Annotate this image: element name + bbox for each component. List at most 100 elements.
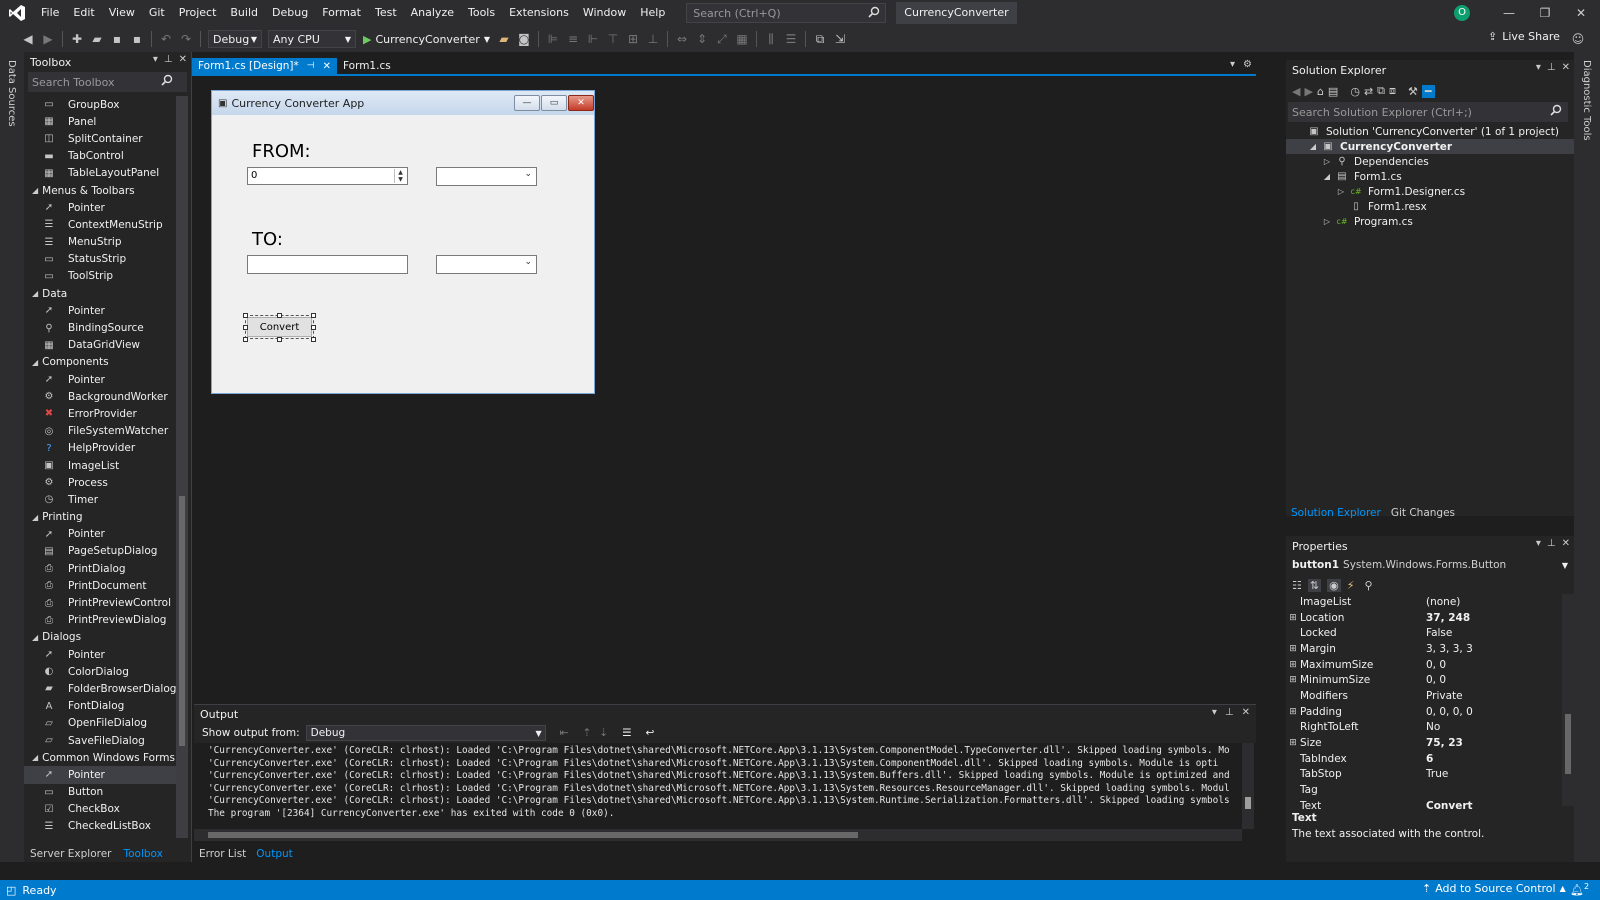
resize-handle[interactable] xyxy=(311,313,316,318)
toolbox-item[interactable]: ◐ ColorDialog xyxy=(24,663,182,680)
expand-plus-icon[interactable]: ⊞ xyxy=(1286,644,1300,654)
toolbox-item[interactable]: ▱ OpenFileDialog xyxy=(24,715,182,732)
menu-debug[interactable]: Debug xyxy=(265,0,315,26)
menu-analyze[interactable]: Analyze xyxy=(404,0,461,26)
platform-dropdown[interactable]: Any CPU ▼ xyxy=(268,30,356,48)
property-object-selector[interactable]: button1 System.Windows.Forms.Button ▼ xyxy=(1286,556,1574,574)
close-icon[interactable]: ✕ xyxy=(179,54,187,65)
toolbox-category[interactable]: ◢ Printing xyxy=(24,509,182,526)
align-centers-icon[interactable]: ≡ xyxy=(563,29,583,49)
close-icon[interactable]: ✕ xyxy=(1562,0,1600,26)
align-rights-icon[interactable]: ⊩ xyxy=(583,29,603,49)
menu-edit[interactable]: Edit xyxy=(66,0,101,26)
toolbox-item[interactable]: ⎙ PrintPreviewControl xyxy=(24,594,182,611)
alphabetical-icon[interactable]: ⇅ xyxy=(1307,578,1322,592)
toolbox-item[interactable]: ◫ SplitContainer xyxy=(24,130,182,147)
property-value[interactable]: 0, 0 xyxy=(1426,659,1562,671)
pin-icon[interactable]: ⊥ xyxy=(1225,707,1234,718)
scrollbar-thumb[interactable] xyxy=(208,832,858,838)
toolbox-item[interactable]: ☰ ContextMenuStrip xyxy=(24,216,182,233)
spin-down-icon[interactable]: ▼ xyxy=(398,176,403,183)
property-value[interactable]: 6 xyxy=(1426,753,1562,765)
toolbox-item[interactable]: ▬ TabControl xyxy=(24,148,182,165)
toolbox-item[interactable]: ▭ StatusStrip xyxy=(24,251,182,268)
avatar[interactable]: O xyxy=(1454,5,1470,21)
dropdown-icon[interactable]: ▾ xyxy=(153,54,158,65)
scrollbar-thumb[interactable] xyxy=(1565,714,1571,774)
property-value[interactable]: 0, 0 xyxy=(1426,674,1562,686)
solution-tree-node[interactable]: ▷ ⚲ Dependencies xyxy=(1286,154,1574,169)
property-value[interactable]: 0, 0, 0, 0 xyxy=(1426,706,1562,718)
toolbox-item[interactable]: ➚ Pointer xyxy=(24,766,182,784)
sync-icon[interactable]: ⇄ xyxy=(1364,85,1373,98)
feedback-icon[interactable]: ☺ xyxy=(1568,29,1588,49)
add-to-source-control-button[interactable]: ⇡ Add to Source Control ▲ xyxy=(1422,882,1566,895)
new-project-icon[interactable]: ✚ xyxy=(67,29,87,49)
events-icon[interactable]: ⚡ xyxy=(1347,579,1355,592)
menu-view[interactable]: View xyxy=(102,0,142,26)
tab-order-icon[interactable]: ⇲ xyxy=(830,29,850,49)
property-value[interactable]: (none) xyxy=(1426,596,1562,608)
back-icon[interactable]: ◀ xyxy=(18,29,38,49)
visual-studio-logo-icon[interactable] xyxy=(0,0,34,26)
back-icon[interactable]: ◀ xyxy=(1292,85,1300,98)
expand-triangle-icon[interactable]: ◢ xyxy=(1322,172,1332,181)
resize-handle[interactable] xyxy=(311,337,316,342)
expand-triangle-icon[interactable]: ▷ xyxy=(1336,187,1346,196)
tab-error-list[interactable]: Error List xyxy=(194,846,251,862)
switch-views-icon[interactable]: ▤ xyxy=(1328,85,1338,98)
diagnostic-tools-tab[interactable]: Diagnostic Tools xyxy=(1581,60,1592,141)
tab-server-explorer[interactable]: Server Explorer xyxy=(24,846,118,862)
forward-icon[interactable]: ▶ xyxy=(1304,85,1312,98)
property-value[interactable]: True xyxy=(1426,768,1562,780)
output-source-dropdown[interactable]: Debug ▼ xyxy=(305,725,546,741)
toolbox-item[interactable]: ➚ Pointer xyxy=(24,646,182,663)
property-row[interactable]: RightToLeft No xyxy=(1286,720,1562,736)
to-amount-field[interactable] xyxy=(247,255,408,274)
toolbox-item[interactable]: ◎ FileSystemWatcher xyxy=(24,423,182,440)
menu-file[interactable]: File xyxy=(34,0,66,26)
tab-form1-design[interactable]: Form1.cs [Design]* ⊣ ✕ xyxy=(192,58,337,74)
dropdown-icon[interactable]: ▾ xyxy=(1212,707,1217,718)
align-lefts-icon[interactable]: ⊫ xyxy=(543,29,563,49)
save-icon[interactable]: ▪ xyxy=(107,29,127,49)
expand-triangle-icon[interactable]: ◢ xyxy=(32,358,38,367)
start-debugging-button[interactable]: ▶ CurrencyConverter ▼ xyxy=(359,29,494,49)
toolbox-category[interactable]: ◢ Data xyxy=(24,285,182,302)
property-value[interactable]: 37, 248 xyxy=(1426,612,1562,624)
solution-tree-node[interactable]: ◢ ▤ Form1.cs xyxy=(1286,169,1574,184)
expand-plus-icon[interactable]: ⊞ xyxy=(1286,613,1300,623)
toolbox-item[interactable]: ▭ GroupBox xyxy=(24,96,182,113)
toolbox-item[interactable]: ⎙ PrintDocument xyxy=(24,577,182,594)
property-row[interactable]: ⊞ Location 37, 248 xyxy=(1286,610,1562,626)
restore-icon[interactable]: ❐ xyxy=(1526,0,1564,26)
scrollbar-thumb[interactable] xyxy=(1245,797,1251,809)
toolbox-item[interactable]: ⎙ PrintPreviewDialog xyxy=(24,612,182,629)
tab-output[interactable]: Output xyxy=(251,846,297,862)
pin-icon[interactable]: ⊥ xyxy=(1547,538,1556,549)
toolbox-item[interactable]: ▭ComboBox xyxy=(24,835,182,836)
make-same-size-icon[interactable]: ⤢ xyxy=(712,29,732,49)
home-icon[interactable]: ⌂ xyxy=(1317,85,1324,98)
tab-git-changes[interactable]: Git Changes xyxy=(1386,505,1460,521)
undo-icon[interactable]: ↶ xyxy=(156,29,176,49)
property-row[interactable]: Locked False xyxy=(1286,625,1562,641)
toolbox-item[interactable]: ▦ DataGridView xyxy=(24,337,182,354)
toolbox-category[interactable]: ◢ Dialogs xyxy=(24,629,182,646)
toolbox-item[interactable]: A FontDialog xyxy=(24,698,182,715)
solution-tree-node[interactable]: ▣ Solution 'CurrencyConverter' (1 of 1 pr… xyxy=(1286,124,1574,139)
property-row[interactable]: Tag xyxy=(1286,782,1562,798)
expand-plus-icon[interactable]: ⊞ xyxy=(1286,675,1300,685)
toolbox-item[interactable]: ▤ PageSetupDialog xyxy=(24,543,182,560)
pin-icon[interactable]: ⊥ xyxy=(164,54,173,65)
properties-scrollbar[interactable] xyxy=(1562,594,1574,806)
menu-help[interactable]: Help xyxy=(633,0,672,26)
expand-triangle-icon[interactable]: ▷ xyxy=(1322,157,1332,166)
form-titlebar[interactable]: ▣ Currency Converter App — ▭ ✕ xyxy=(212,91,594,115)
pin-icon[interactable]: ⊣ xyxy=(307,61,315,71)
toolbox-item[interactable]: ☰ CheckedListBox xyxy=(24,818,182,835)
form-close-icon[interactable]: ✕ xyxy=(568,95,594,111)
word-wrap-icon[interactable]: ↩ xyxy=(645,727,654,739)
next-message-icon[interactable]: ⇣ xyxy=(599,727,608,739)
menu-window[interactable]: Window xyxy=(576,0,633,26)
